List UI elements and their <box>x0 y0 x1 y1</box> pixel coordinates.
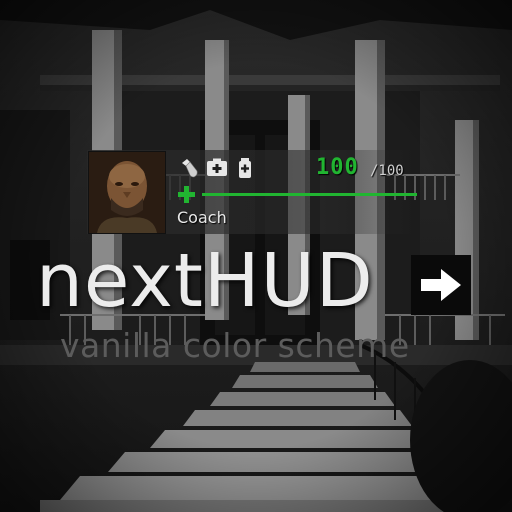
player-status-panel: 100 /100 Coach <box>87 150 417 234</box>
health-value: 100 <box>316 155 359 180</box>
pills-bottle-icon <box>182 159 198 178</box>
adrenaline-icon <box>239 158 251 178</box>
health-max: /100 <box>370 163 404 179</box>
logo-title: nextHUD <box>36 238 374 324</box>
health-bar-fill <box>202 193 417 196</box>
logo-arrow-box <box>411 255 471 315</box>
inventory-slots <box>178 157 256 179</box>
coach-portrait-image <box>89 152 165 233</box>
medkit-icon <box>207 158 227 176</box>
logo-subtitle: vanilla color scheme <box>60 326 410 365</box>
character-name: Coach <box>177 208 227 227</box>
arrow-right-icon <box>421 269 461 301</box>
health-cross-icon <box>178 186 195 203</box>
health-bar <box>202 193 417 196</box>
character-portrait <box>88 151 166 234</box>
